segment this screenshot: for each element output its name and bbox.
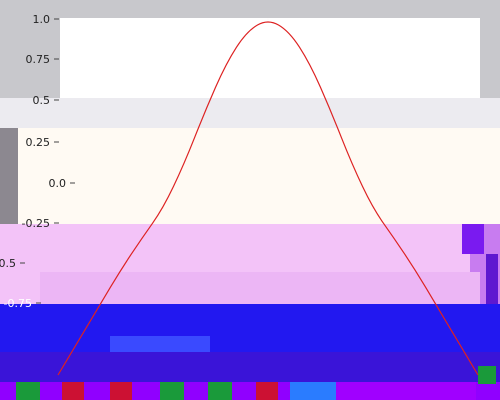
y-tick-label: 0.5	[33, 94, 51, 107]
line-chart: 1.0 0.75 0.5 0.25 0.0 -0.25 -0.5 -0.75	[0, 13, 479, 376]
series-line	[57, 21, 479, 376]
y-tick-label: -0.5	[0, 257, 16, 270]
y-tick-label: 0.0	[49, 177, 67, 190]
y-tick-label: 0.75	[26, 53, 51, 66]
y-tick-label: 1.0	[33, 13, 51, 26]
y-tick-label: -0.25	[22, 217, 50, 230]
y-tick-label: 0.25	[26, 136, 51, 149]
y-tick-label: -0.75	[4, 297, 32, 310]
